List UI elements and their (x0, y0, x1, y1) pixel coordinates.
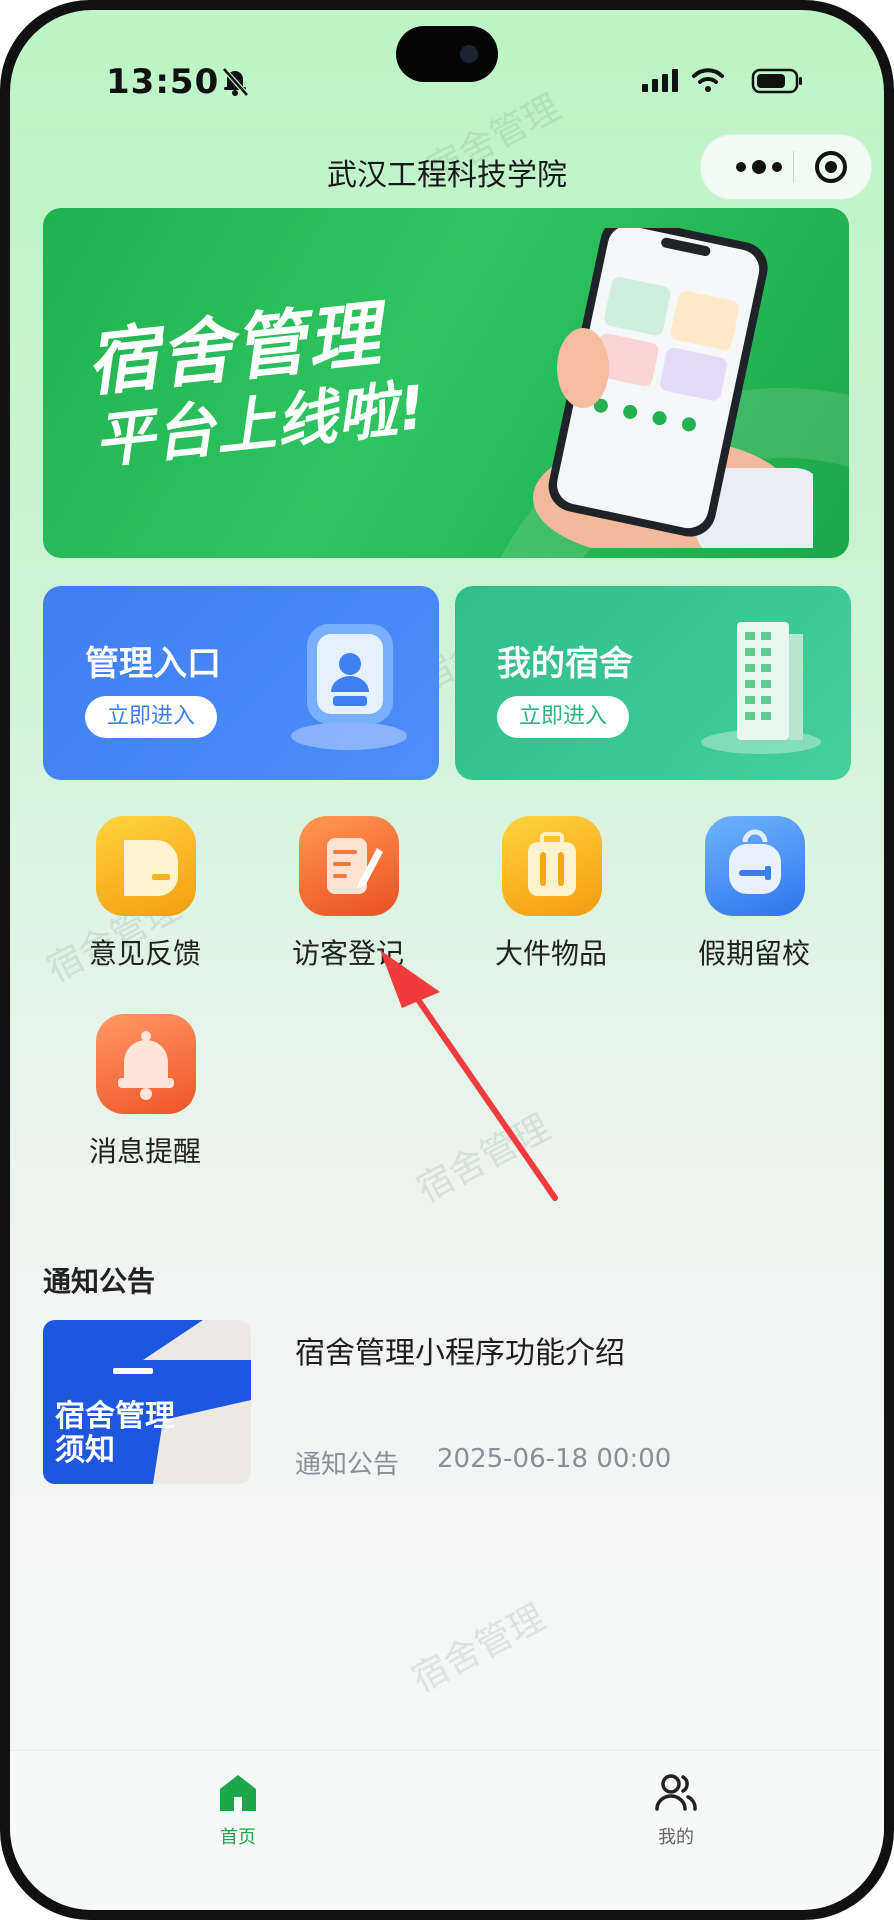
more-icon[interactable] (729, 149, 789, 185)
admin-badge-icon (291, 624, 407, 750)
my-dorm-card[interactable]: 我的宿舍 立即进入 (455, 586, 851, 780)
tab-label: 首页 (220, 1827, 256, 1848)
tab-home[interactable]: 首页 (178, 1771, 298, 1861)
screen: 宿舍管理 宿舍管理 宿舍管理 宿舍管理 宿舍管理 宿舍管理 宿舍管理 宿舍管理 … (10, 10, 884, 1910)
status-icons (642, 68, 802, 94)
my-dorm-title: 我的宿舍 (497, 644, 633, 684)
feedback-icon (96, 816, 196, 916)
tab-mine[interactable]: 我的 (616, 1771, 736, 1861)
admin-entry-title: 管理入口 (85, 644, 221, 684)
bell-icon (96, 1014, 196, 1114)
feature-visitor-register[interactable]: 访客登记 (263, 816, 433, 986)
watermark: 宿舍管理 (405, 1597, 552, 1701)
feature-label: 假期留校 (697, 937, 810, 970)
phone-frame: 宿舍管理 宿舍管理 宿舍管理 宿舍管理 宿舍管理 宿舍管理 宿舍管理 宿舍管理 … (0, 0, 894, 1920)
status-time: 13:50 (106, 62, 220, 102)
visitor-register-icon (299, 816, 399, 916)
cellular-signal-icon (642, 69, 678, 92)
notice-item[interactable]: 宿舍管理须知 宿舍管理小程序功能介绍 通知公告 2025-06-18 00:00 (43, 1320, 849, 1490)
mute-bell-icon (222, 67, 249, 97)
feature-feedback[interactable]: 意见反馈 (60, 816, 230, 986)
notice-title[interactable]: 宿舍管理小程序功能介绍 (295, 1328, 625, 1372)
annotation-arrow (380, 950, 558, 1201)
wifi-icon (692, 68, 724, 92)
bottom-tab-bar: 首页 我的 (10, 1750, 884, 1910)
notice-section-title: 通知公告 (43, 1265, 156, 1298)
notice-thumbnail-text: 宿舍管理须知 (55, 1399, 175, 1468)
watermark: 宿舍管理 (410, 1107, 557, 1211)
notice-category: 通知公告 (295, 1450, 400, 1480)
feature-holiday-stay[interactable]: 假期留校 (669, 816, 839, 986)
admin-entry-card[interactable]: 管理入口 立即进入 (43, 586, 439, 780)
notice-thumbnail: 宿舍管理须知 (43, 1320, 251, 1484)
notice-date: 2025-06-18 00:00 (437, 1444, 672, 1474)
promo-banner[interactable]: 宿舍管理 平台上线啦! (43, 208, 849, 558)
home-icon (220, 1775, 256, 1811)
suitcase-icon (502, 816, 602, 916)
my-dorm-enter-button[interactable]: 立即进入 (497, 696, 629, 738)
admin-enter-button[interactable]: 立即进入 (85, 696, 217, 738)
miniprogram-capsule (700, 134, 872, 200)
close-miniprogram-icon[interactable] (813, 149, 849, 185)
backpack-icon (705, 816, 805, 916)
feature-label: 大件物品 (494, 937, 607, 970)
feature-label: 意见反馈 (88, 937, 201, 970)
dynamic-island (396, 26, 498, 82)
user-group-icon (655, 1774, 697, 1811)
tab-label: 我的 (658, 1827, 694, 1848)
feature-label: 消息提醒 (88, 1135, 201, 1168)
hand-phone-illustration (533, 228, 813, 548)
building-icon (701, 622, 821, 754)
battery-icon (751, 68, 802, 94)
feature-label: 访客登记 (291, 937, 404, 970)
feature-message-reminder[interactable]: 消息提醒 (60, 1014, 230, 1184)
feature-large-items[interactable]: 大件物品 (466, 816, 636, 986)
